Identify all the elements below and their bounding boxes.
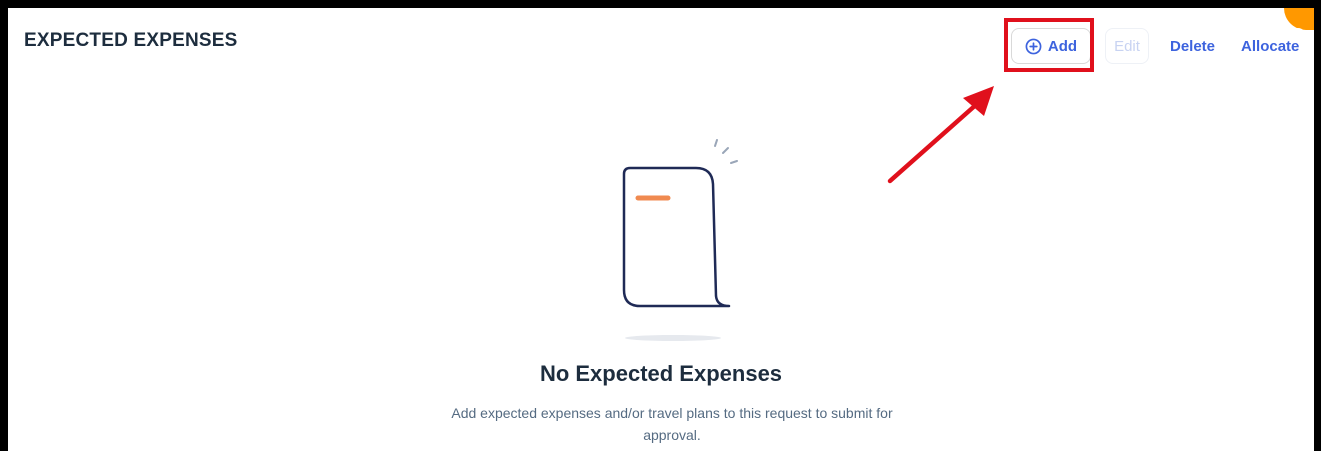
section-title: EXPECTED EXPENSES [24, 30, 238, 51]
delete-button[interactable]: Delete [1163, 28, 1223, 64]
plus-circle-icon [1025, 38, 1042, 54]
empty-state-description: Add expected expenses and/or travel plan… [451, 405, 893, 443]
edit-button[interactable]: Edit [1105, 28, 1149, 64]
add-button[interactable]: Add [1011, 28, 1091, 64]
allocate-button[interactable]: Allocate [1234, 28, 1307, 64]
empty-document-icon [622, 139, 738, 341]
empty-state-title: No Expected Expenses [539, 361, 783, 386]
expected-expenses-panel: EXPECTED EXPENSES Add Edit Delete Alloca… [8, 8, 1314, 451]
add-button-label: Add [1047, 37, 1078, 55]
toolbar: Add Edit Delete Allocate [1011, 27, 1307, 65]
